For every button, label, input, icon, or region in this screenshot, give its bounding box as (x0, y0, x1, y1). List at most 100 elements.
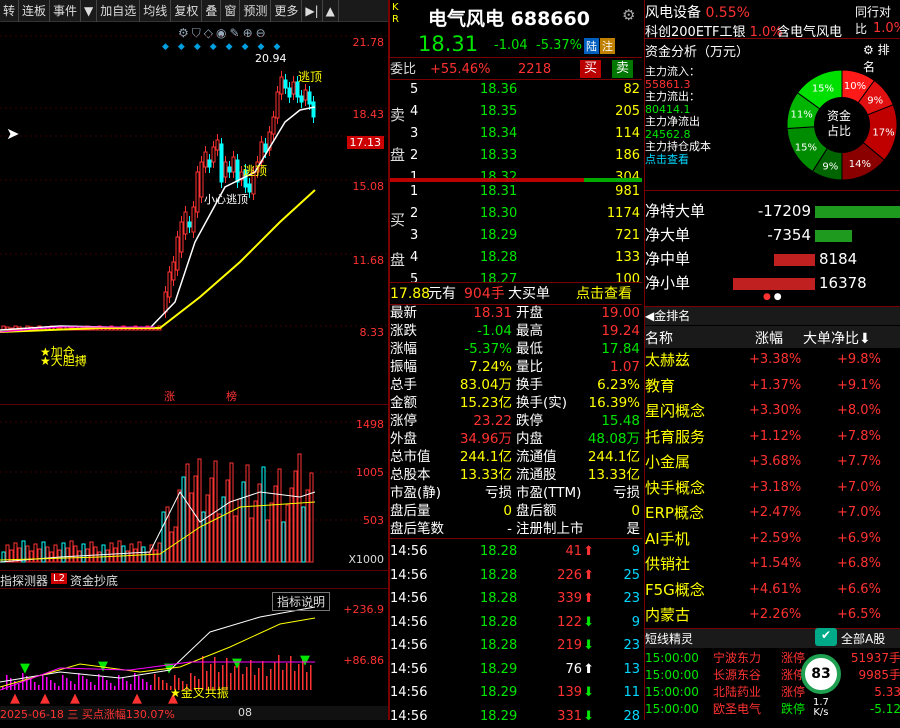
indicator-bar (274, 662, 276, 690)
volume-bar (301, 506, 306, 563)
rank-row[interactable]: ERP概念 +2.47% +7.0% (645, 501, 900, 525)
volume-bar (309, 472, 314, 563)
rank-row[interactable]: F5G概念 +4.61% +6.6% (645, 578, 900, 602)
candle (247, 183, 252, 193)
volume-bar (249, 517, 254, 563)
volume-bar (217, 513, 222, 563)
news-row[interactable]: 15:00:00 宁波东力 涨停 51937手 (645, 650, 900, 667)
candle (227, 166, 232, 173)
cost-view-link[interactable]: 点击查看 (645, 153, 711, 167)
toolbar-forecast[interactable]: 预测 (240, 0, 272, 22)
ranking-marker: 榜 (226, 390, 237, 403)
indicator-axis-1: +236.9 (343, 603, 384, 616)
buy-button[interactable]: 买 (580, 60, 602, 78)
candle (279, 76, 284, 95)
market-filter-dropdown[interactable]: 全部A股 (841, 630, 885, 647)
registration-badge: 注 (600, 38, 615, 54)
sector-row[interactable]: 风电设备 0.55% (645, 2, 750, 22)
tab-capital-bottom[interactable]: 资金抄底 (70, 572, 118, 589)
tick-row: 14:56 18.28 219 ⬇ 23 (390, 635, 642, 657)
down-arrow-icon: ⬇ (583, 638, 594, 653)
right-panel: 风电设备 0.55% 同行对比 科创200ETF工银 1.0% 含电气风电 1.… (644, 0, 900, 720)
rank-row[interactable]: 托育服务 +1.12% +7.8% (645, 425, 900, 449)
weibi-row: 委比 +55.46% 2218 买 卖 (390, 57, 642, 80)
rank-row[interactable]: 星闪概念 +3.30% +8.0% (645, 399, 900, 423)
stat-row: 金额 15.23亿 换手(实) 16.39% (390, 395, 640, 411)
volume-bar (241, 481, 246, 563)
toolbar-window[interactable]: 窗 (221, 0, 241, 22)
news-row[interactable]: 15:00:00 北陆药业 涨停 5.33 (645, 684, 900, 701)
volume-bar (181, 476, 186, 563)
candle (211, 146, 216, 163)
toolbar-add-favorite[interactable]: 加自选 (97, 0, 141, 22)
rank-row[interactable]: 太赫兹 +3.38% +9.8% (645, 348, 900, 372)
volume-bar (105, 549, 110, 563)
indicator-bar (110, 683, 112, 690)
candle (167, 271, 172, 298)
volume-bar (57, 549, 62, 563)
indicator-bar (34, 682, 36, 690)
candle (271, 116, 276, 135)
toolbar-more[interactable]: 更多 (271, 0, 303, 22)
ma-yellow-line (0, 189, 316, 333)
tick-row: 14:56 18.28 226 ⬆ 25 (390, 565, 642, 587)
volume-bar (289, 487, 294, 563)
volume-bar (185, 463, 190, 563)
candle (163, 291, 168, 313)
toolbar-dropdown[interactable]: ▼ (81, 0, 98, 22)
indicator-bar (158, 677, 160, 690)
indicator-bar (150, 685, 152, 690)
news-row[interactable]: 15:00:00 欧圣电气 跌停 -5.12 (645, 701, 900, 718)
col-bignet[interactable]: 大单净比⬇ (803, 328, 871, 348)
rank-row[interactable]: 快手概念 +3.18% +7.0% (645, 476, 900, 500)
toolbar-collapse[interactable]: ▲ (323, 0, 339, 22)
toolbar-fuquan[interactable]: 复权 (171, 0, 203, 22)
volume-bar (117, 540, 122, 563)
indicator-explain-button[interactable]: 指标说明 (272, 592, 331, 611)
rank-row[interactable]: 小金属 +3.68% +7.7% (645, 450, 900, 474)
toolbar-zhuan[interactable]: 转 (0, 0, 20, 22)
toolbar-play[interactable]: ▶| (302, 0, 323, 22)
order-book-row: 2 18.30 1174 (410, 206, 640, 221)
col-change[interactable]: 涨幅 (755, 328, 783, 348)
kline-chart-area[interactable]: 转 连板 事件 ▼ 加自选 均线 复权 叠 窗 预测 更多 ▶| ▲ ⚙⛉◇◉✎… (0, 0, 388, 720)
volume-bar (277, 468, 282, 563)
toolbar-ma[interactable]: 均线 (140, 0, 172, 22)
rank-row[interactable]: 教育 +1.37% +9.1% (645, 374, 900, 398)
candle (291, 81, 296, 95)
price-axis-1: 21.78 (352, 36, 385, 49)
pie-slice-label: 9% (822, 161, 838, 172)
volume-bar (281, 521, 286, 563)
rank-row[interactable]: AI手机 +2.59% +6.9% (645, 527, 900, 551)
indicator-bar (166, 683, 168, 690)
tab-indicator-detector[interactable]: 指探测器 (0, 572, 48, 589)
indicator-bar (146, 682, 148, 690)
candle (219, 143, 224, 183)
sell-button[interactable]: 卖 (612, 60, 634, 78)
score-badge[interactable]: 83 (801, 654, 841, 694)
volume-bars (1, 453, 314, 563)
big-buy-view-link[interactable]: 点击查看 (576, 283, 632, 306)
stat-row: 外盘 34.96万 内盘 48.08万 (390, 431, 640, 447)
toolbar-overlay[interactable]: 叠 (202, 0, 222, 22)
volume-bar (177, 489, 182, 563)
down-arrow-icon: ⬇ (583, 685, 594, 700)
settings-gear-icon[interactable]: ⚙ (622, 6, 635, 24)
volume-bar (205, 494, 210, 563)
toolbar-lianban[interactable]: 连板 (19, 0, 51, 22)
indicator-bar (266, 676, 268, 690)
tick-row: 14:56 18.29 331 ⬇ 28 (390, 706, 642, 728)
candle (215, 139, 220, 151)
volume-bar (45, 546, 50, 563)
order-book-row: 3 18.34 114 (410, 126, 640, 141)
shield-badge-icon[interactable]: ✔ (815, 628, 837, 646)
news-header: 短线精灵 ✔ 全部A股 (645, 628, 900, 648)
sell-arrow-icon: ▼ (232, 656, 242, 671)
toolbar-shijian[interactable]: 事件 (50, 0, 82, 22)
down-arrow-icon: ⬇ (583, 708, 594, 724)
news-row[interactable]: 15:00:00 长源东谷 涨停 9985手 (645, 667, 900, 684)
indicator-bar (54, 683, 56, 690)
rank-row[interactable]: 内蒙古 +2.26% +6.5% (645, 603, 900, 627)
page-dots[interactable]: ● ● (763, 292, 782, 302)
rank-row[interactable]: 供销社 +1.54% +6.8% (645, 552, 900, 576)
